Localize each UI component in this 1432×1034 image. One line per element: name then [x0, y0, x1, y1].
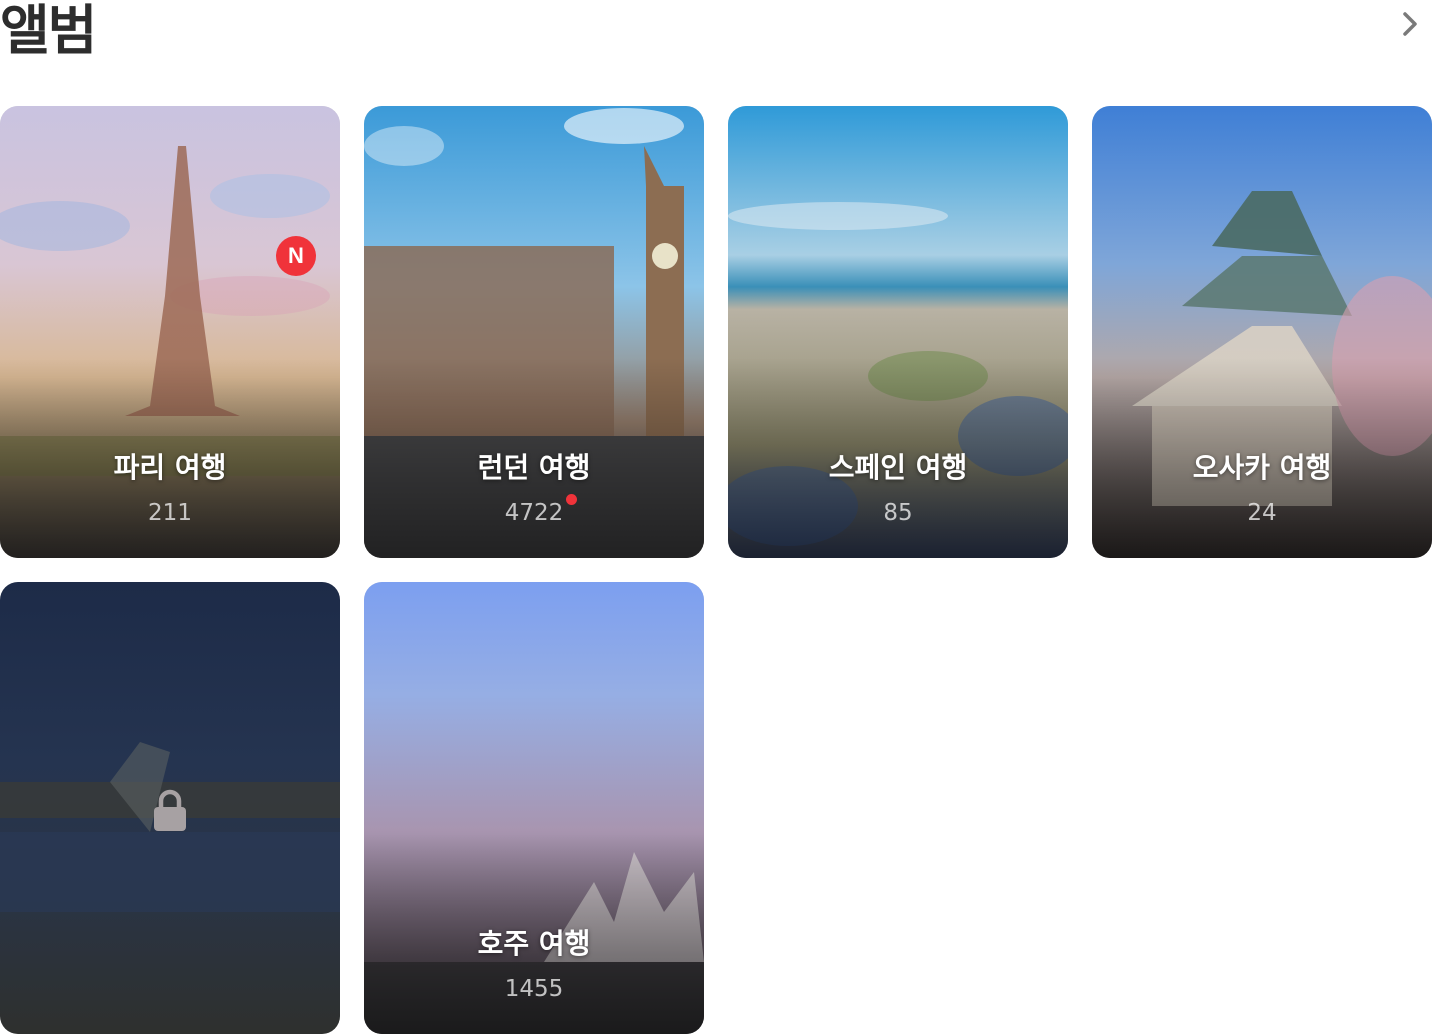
chevron-right-icon	[1403, 12, 1417, 36]
album-card-paris[interactable]: N 파리 여행 211	[0, 106, 340, 558]
album-name: 오사카 여행	[1192, 451, 1332, 484]
album-name: 런던 여행	[477, 451, 591, 484]
album-card-osaka[interactable]: 오사카 여행 24	[1092, 106, 1432, 558]
album-count: 24	[1247, 500, 1277, 526]
album-card-locked[interactable]	[0, 582, 340, 1034]
album-page: 앨범 N 파리 여행 211 런던 여행 4722 스페인 여행 85 오사카 …	[0, 0, 1432, 1034]
album-name: 파리 여행	[113, 451, 227, 484]
unread-dot	[566, 494, 577, 505]
album-count: 4722	[504, 500, 564, 526]
album-count: 1455	[504, 976, 564, 1002]
page-title: 앨범	[0, 0, 97, 62]
album-card-london[interactable]: 런던 여행 4722	[364, 106, 704, 558]
more-button[interactable]	[1390, 4, 1430, 44]
album-card-sydney[interactable]: 호주 여행 1455	[364, 582, 704, 1034]
album-name: 호주 여행	[477, 927, 591, 960]
album-card-spain[interactable]: 스페인 여행 85	[728, 106, 1068, 558]
album-count: 211	[148, 500, 192, 526]
album-name: 스페인 여행	[828, 451, 968, 484]
album-count: 85	[883, 500, 913, 526]
new-badge: N	[276, 236, 316, 276]
lock-icon	[150, 788, 190, 832]
